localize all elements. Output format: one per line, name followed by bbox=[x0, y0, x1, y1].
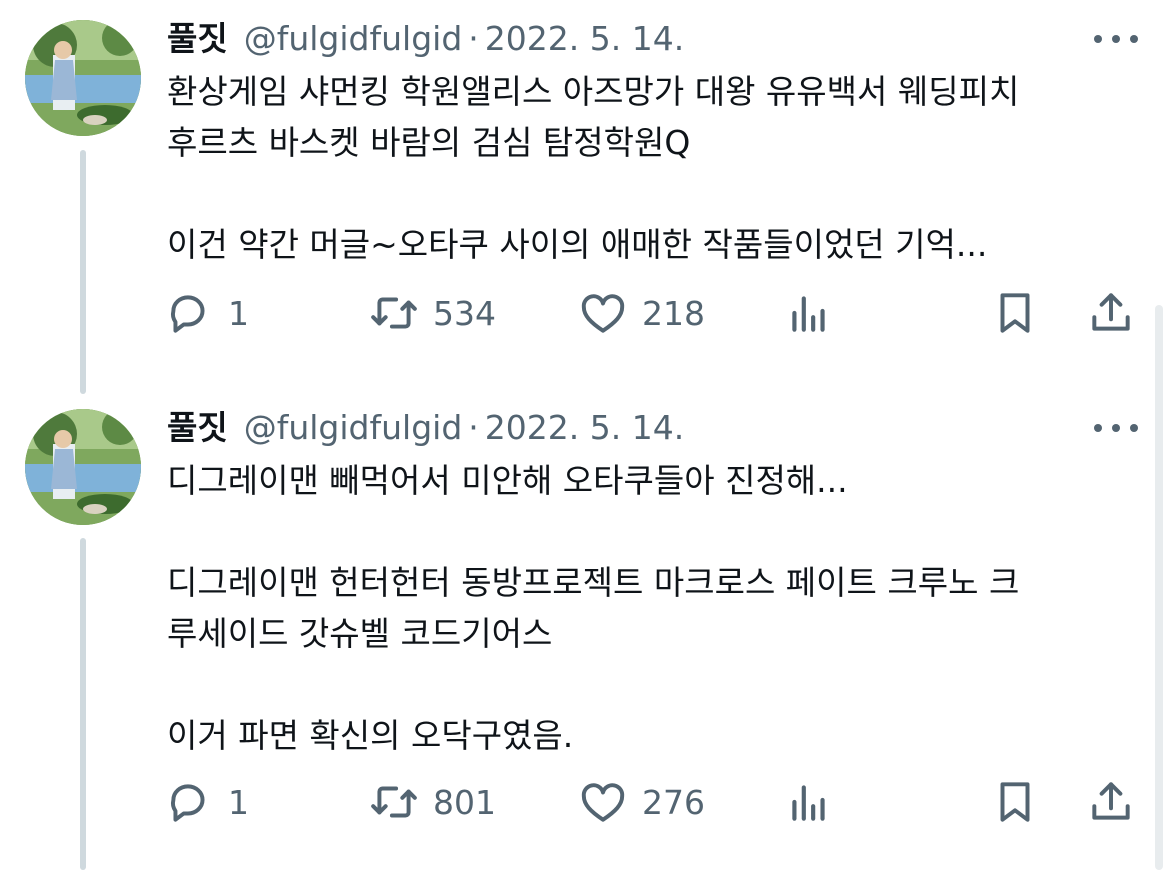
author-name[interactable]: 풀짓 bbox=[167, 403, 228, 453]
reply-icon bbox=[164, 777, 214, 827]
tweet-text-line: 이건 약간 머글~오타쿠 사이의 애매한 작품들이었던 기억... bbox=[167, 225, 988, 264]
tweet-text-line: 디그레이맨 빼먹어서 미안해 오타쿠들아 진정해... bbox=[167, 461, 848, 500]
tweet-text-line: 이거 파면 확신의 오닥구였음. bbox=[167, 716, 574, 755]
tweet-text-line: 디그레이맨 헌터헌터 동방프로젝트 마크로스 페이트 크루노 크 bbox=[167, 563, 1020, 602]
separator: · bbox=[468, 408, 479, 447]
tweet-actions: 1 801 276 bbox=[0, 772, 1170, 832]
retweet-count: 534 bbox=[433, 293, 496, 333]
reply-icon bbox=[164, 288, 214, 338]
reply-count: 1 bbox=[228, 782, 249, 822]
retweet-count: 801 bbox=[433, 782, 496, 822]
author-name[interactable]: 풀짓 bbox=[167, 14, 228, 64]
author-handle[interactable]: @fulgidfulgid bbox=[244, 14, 463, 64]
share-icon bbox=[1086, 777, 1136, 827]
author-handle[interactable]: @fulgidfulgid bbox=[244, 403, 463, 453]
more-horizontal-icon[interactable] bbox=[1094, 24, 1138, 54]
retweet-icon bbox=[369, 777, 419, 827]
bookmark-button[interactable] bbox=[990, 772, 1040, 832]
reply-count: 1 bbox=[228, 293, 249, 333]
separator: · bbox=[468, 19, 479, 58]
tweet-header: 풀짓 @fulgidfulgid · 2022. 5. 14. bbox=[167, 14, 684, 64]
bookmark-icon bbox=[990, 777, 1040, 827]
tweet-text-line bbox=[167, 659, 1142, 710]
heart-icon bbox=[578, 777, 628, 827]
tweet-text-line: 환상게임 샤먼킹 학원앨리스 아즈망가 대왕 유유백서 웨딩피치 bbox=[167, 72, 1020, 111]
like-button[interactable]: 276 bbox=[578, 772, 705, 832]
tweet-text: 환상게임 샤먼킹 학원앨리스 아즈망가 대왕 유유백서 웨딩피치 후르츠 바스켓… bbox=[167, 66, 1142, 270]
views-button[interactable] bbox=[784, 283, 834, 343]
retweet-button[interactable]: 534 bbox=[369, 283, 496, 343]
tweet[interactable]: 풀짓 @fulgidfulgid · 2022. 5. 14. 디그레이맨 빼먹… bbox=[0, 389, 1170, 870]
avatar[interactable] bbox=[25, 20, 141, 136]
analytics-icon bbox=[784, 777, 834, 827]
tweet-text-line bbox=[167, 506, 1142, 557]
tweet-text: 디그레이맨 빼먹어서 미안해 오타쿠들아 진정해... 디그레이맨 헌터헌터 동… bbox=[167, 455, 1142, 761]
tweet-text-line: 후르츠 바스켓 바람의 검심 탐정학원Q bbox=[167, 123, 691, 162]
tweet-date[interactable]: 2022. 5. 14. bbox=[485, 14, 684, 64]
analytics-icon bbox=[784, 288, 834, 338]
tweet-date[interactable]: 2022. 5. 14. bbox=[485, 403, 684, 453]
reply-button[interactable]: 1 bbox=[164, 772, 249, 832]
avatar[interactable] bbox=[25, 409, 141, 525]
bookmark-button[interactable] bbox=[990, 283, 1040, 343]
like-button[interactable]: 218 bbox=[578, 283, 705, 343]
bookmark-icon bbox=[990, 288, 1040, 338]
share-button[interactable] bbox=[1086, 283, 1136, 343]
like-count: 276 bbox=[642, 782, 705, 822]
tweet-actions: 1 534 218 bbox=[0, 283, 1170, 343]
retweet-icon bbox=[369, 288, 419, 338]
more-horizontal-icon[interactable] bbox=[1094, 413, 1138, 443]
reply-button[interactable]: 1 bbox=[164, 283, 249, 343]
share-button[interactable] bbox=[1086, 772, 1136, 832]
like-count: 218 bbox=[642, 293, 705, 333]
retweet-button[interactable]: 801 bbox=[369, 772, 496, 832]
views-button[interactable] bbox=[784, 772, 834, 832]
tweet-text-line: 루세이드 갓슈벨 코드기어스 bbox=[167, 614, 553, 653]
tweet-header: 풀짓 @fulgidfulgid · 2022. 5. 14. bbox=[167, 403, 684, 453]
tweet[interactable]: 풀짓 @fulgidfulgid · 2022. 5. 14. 환상게임 샤먼킹… bbox=[0, 0, 1170, 360]
share-icon bbox=[1086, 288, 1136, 338]
tweet-text-line bbox=[167, 168, 1142, 219]
heart-icon bbox=[578, 288, 628, 338]
